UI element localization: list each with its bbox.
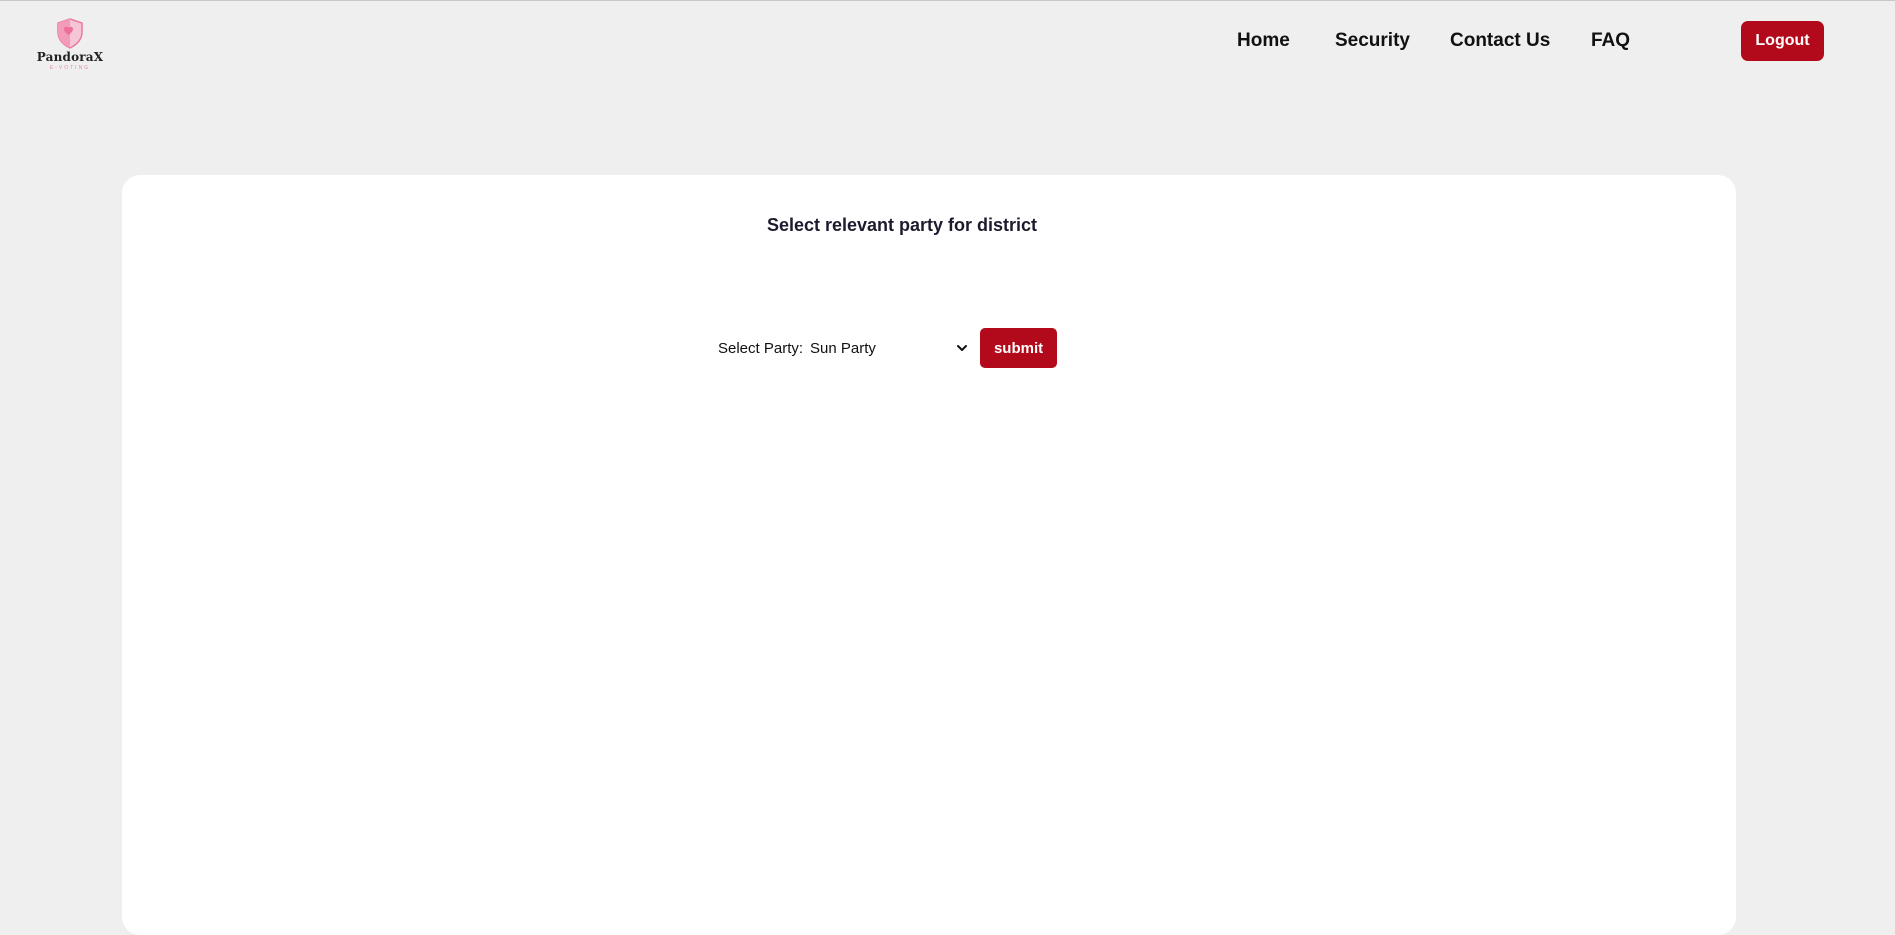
logo-tagline: E-VOTING [49, 65, 91, 71]
site-header: PandoraX E-VOTING Home Security Contact … [0, 1, 1895, 81]
shield-icon [54, 17, 86, 49]
nav-faq[interactable]: FAQ [1591, 27, 1630, 55]
party-select-value: Sun Party [810, 339, 876, 357]
logout-button[interactable]: Logout [1741, 21, 1824, 61]
party-form: Select Party: Sun Party submit [718, 328, 1058, 368]
nav-home[interactable]: Home [1237, 27, 1290, 55]
page-title: Select relevant party for district [766, 215, 1038, 235]
chevron-down-icon [956, 342, 968, 354]
logo[interactable]: PandoraX E-VOTING [30, 17, 110, 77]
party-select[interactable]: Sun Party [810, 334, 970, 362]
nav-contact-us[interactable]: Contact Us [1450, 27, 1550, 55]
logo-name: PandoraX [36, 50, 104, 64]
select-party-label: Select Party: [718, 339, 804, 357]
submit-button[interactable]: submit [980, 328, 1058, 368]
nav-security[interactable]: Security [1335, 27, 1410, 55]
main-card: Select relevant party for district Selec… [122, 175, 1736, 935]
